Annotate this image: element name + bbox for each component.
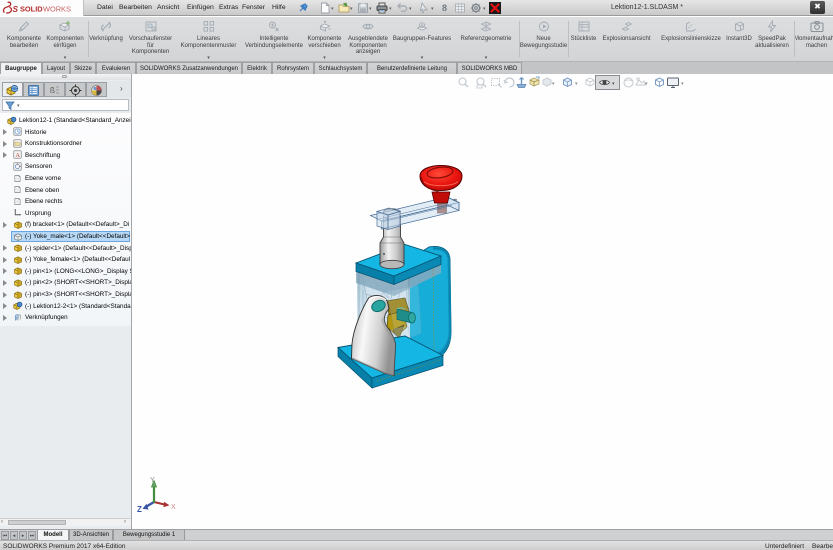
svg-text:X: X [171,504,176,511]
svg-text:SOLID: SOLID [20,5,43,14]
svg-text:WORKS: WORKS [43,5,71,14]
svg-text:S: S [13,5,19,14]
svg-text:Z: Z [137,505,142,514]
svg-text:A: A [15,152,20,159]
svg-text:ß: ß [50,86,55,95]
svg-text:Y: Y [150,477,155,484]
